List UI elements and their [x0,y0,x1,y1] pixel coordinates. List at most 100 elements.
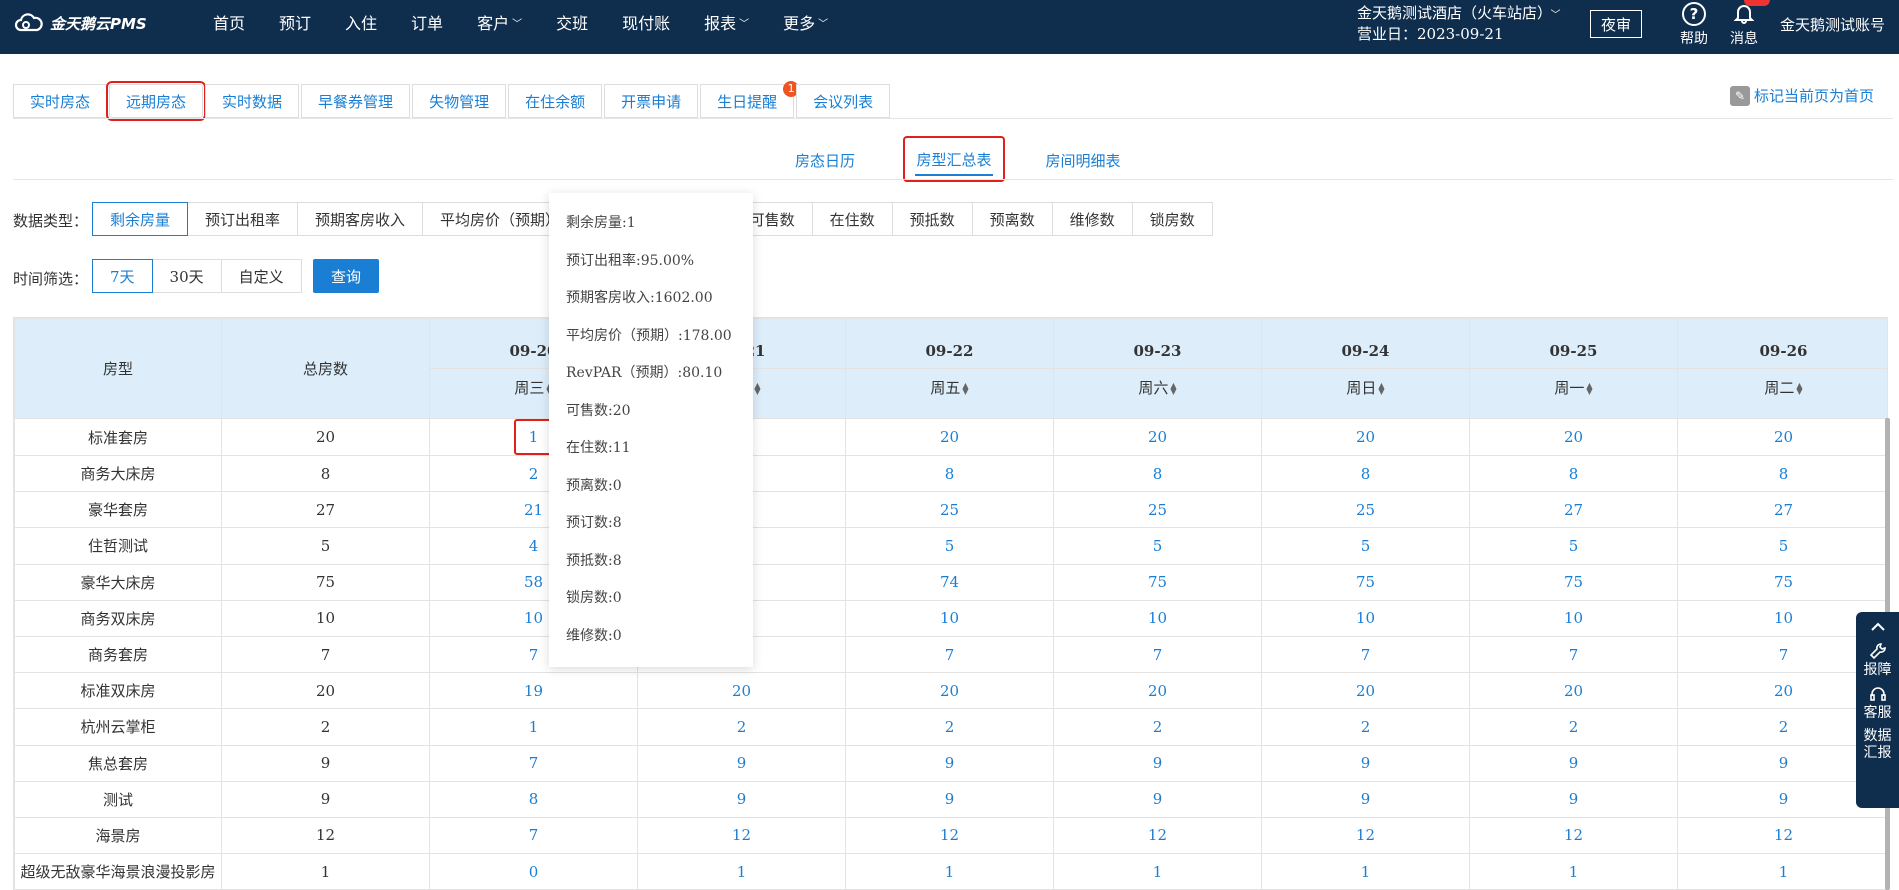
remaining-rooms-cell[interactable]: 12 [845,816,1054,855]
data-type-option-1[interactable]: 预订出租率 [187,202,299,236]
remaining-rooms-cell[interactable]: 8 [1469,454,1678,493]
nav-item-7[interactable]: 报表 ﹀ [687,10,766,34]
remaining-rooms-cell[interactable]: 1 [429,708,638,746]
remaining-rooms-cell[interactable]: 1 [845,853,1054,889]
mark-as-home-link[interactable]: ✎ 标记当前页为首页 [1730,85,1874,106]
remaining-rooms-cell[interactable]: 9 [637,780,846,818]
remaining-rooms-cell[interactable]: 25 [1261,491,1470,529]
remaining-rooms-cell[interactable]: 10 [1053,599,1262,637]
remaining-rooms-cell[interactable]: 9 [1469,780,1678,818]
remaining-rooms-cell[interactable]: 20 [1677,418,1887,456]
data-type-option-6[interactable]: 在住数 [811,202,893,236]
remaining-rooms-cell[interactable]: 9 [845,744,1054,782]
nav-item-1[interactable]: 预订 [262,10,328,34]
remaining-rooms-cell[interactable]: 20 [845,672,1054,710]
time-option-2[interactable]: 自定义 [220,259,302,293]
remaining-rooms-cell[interactable]: 1 [1677,853,1887,889]
tab-8[interactable]: 会议列表 [796,84,891,118]
remaining-rooms-cell[interactable]: 74 [845,563,1054,601]
query-button[interactable]: 查询 [313,259,379,293]
remaining-rooms-cell[interactable]: 27 [1677,491,1887,529]
remaining-rooms-cell[interactable]: 7 [1469,635,1678,674]
remaining-rooms-cell[interactable]: 7 [845,635,1054,674]
remaining-rooms-cell[interactable]: 8 [1053,454,1262,493]
remaining-rooms-cell[interactable]: 8 [1677,454,1887,493]
remaining-rooms-cell[interactable]: 1 [1469,853,1678,889]
remaining-rooms-cell[interactable]: 2 [1053,708,1262,746]
remaining-rooms-cell[interactable]: 7 [1053,635,1262,674]
col-weekday[interactable]: 周二 ▲ ▼ [1677,368,1887,419]
remaining-rooms-cell[interactable]: 10 [845,599,1054,637]
night-audit-button[interactable]: 夜审 [1590,10,1642,38]
remaining-rooms-cell[interactable]: 12 [1677,816,1887,855]
data-report-button[interactable]: 数据 汇报 [1856,728,1899,762]
col-weekday[interactable]: 周五 ▲ ▼ [845,368,1054,419]
data-type-option-9[interactable]: 维修数 [1051,202,1133,236]
remaining-rooms-cell[interactable]: 1 [1261,853,1470,889]
subtab-1[interactable]: 房型汇总表 [903,136,1005,182]
remaining-rooms-cell[interactable]: 2 [845,708,1054,746]
data-type-option-10[interactable]: 锁房数 [1131,202,1213,236]
remaining-rooms-cell[interactable]: 19 [429,672,638,710]
remaining-rooms-cell[interactable]: 25 [1053,491,1262,529]
help-button[interactable]: ? 帮助 [1676,2,1712,48]
remaining-rooms-cell[interactable]: 0 [429,853,638,889]
remaining-rooms-cell[interactable]: 20 [1261,418,1470,456]
remaining-rooms-cell[interactable]: 9 [845,780,1054,818]
tab-0[interactable]: 实时房态 [13,84,108,118]
app-logo[interactable]: 金天鹅云PMS [14,12,147,34]
remaining-rooms-cell[interactable]: 9 [1053,744,1262,782]
remaining-rooms-cell[interactable]: 5 [845,527,1054,565]
remaining-rooms-cell[interactable]: 8 [1261,454,1470,493]
remaining-rooms-cell[interactable]: 10 [1469,599,1678,637]
nav-item-8[interactable]: 更多 ﹀ [766,10,845,34]
nav-item-2[interactable]: 入住 [328,10,394,34]
remaining-rooms-cell[interactable]: 20 [1469,672,1678,710]
remaining-rooms-cell[interactable]: 20 [1469,418,1678,456]
tab-5[interactable]: 在住余额 [508,84,603,118]
data-type-option-2[interactable]: 预期客房收入 [297,202,424,236]
remaining-rooms-cell[interactable]: 9 [637,744,846,782]
tab-7[interactable]: 生日提醒 1 [700,81,800,118]
remaining-rooms-cell[interactable]: 1 [1053,853,1262,889]
remaining-rooms-cell[interactable]: 2 [1261,708,1470,746]
remaining-rooms-cell[interactable]: 1 [637,853,846,889]
remaining-rooms-cell[interactable]: 12 [1053,816,1262,855]
remaining-rooms-cell[interactable]: 20 [637,672,846,710]
remaining-rooms-cell[interactable]: 7 [1261,635,1470,674]
time-option-0[interactable]: 7天 [92,259,153,293]
time-option-1[interactable]: 30天 [151,259,222,293]
nav-item-4[interactable]: 客户 ﹀ [460,10,539,34]
subtab-2[interactable]: 房间明细表 [1023,140,1143,180]
messages-button[interactable]: 消息 [1726,2,1762,48]
col-weekday[interactable]: 周一 ▲ ▼ [1469,368,1678,419]
tab-2[interactable]: 实时数据 [205,84,300,118]
remaining-rooms-cell[interactable]: 7 [429,816,638,855]
tab-1[interactable]: 远期房态 [106,81,207,121]
remaining-rooms-cell[interactable]: 2 [1469,708,1678,746]
remaining-rooms-cell[interactable]: 20 [1053,418,1262,456]
hotel-selector[interactable]: 金天鹅测试酒店（火车站店） ﹀ 营业日：2023-09-21 [1357,4,1561,44]
remaining-rooms-cell[interactable]: 12 [637,816,846,855]
remaining-rooms-cell[interactable]: 9 [1469,744,1678,782]
remaining-rooms-cell[interactable]: 12 [1261,816,1470,855]
nav-item-0[interactable]: 首页 [196,10,262,34]
remaining-rooms-cell[interactable]: 20 [1261,672,1470,710]
remaining-rooms-cell[interactable]: 27 [1469,491,1678,529]
remaining-rooms-cell[interactable]: 8 [429,780,638,818]
report-issue-button[interactable]: 报障 [1856,642,1899,679]
data-type-option-0[interactable]: 剩余房量 [92,202,189,236]
remaining-rooms-cell[interactable]: 8 [845,454,1054,493]
remaining-rooms-cell[interactable]: 25 [845,491,1054,529]
remaining-rooms-cell[interactable]: 75 [1053,563,1262,601]
account-menu[interactable]: 金天鹅测试账号 [1780,14,1885,35]
remaining-rooms-cell[interactable]: 9 [1053,780,1262,818]
tab-6[interactable]: 开票申请 [604,84,699,118]
col-weekday[interactable]: 周六 ▲ ▼ [1053,368,1262,419]
remaining-rooms-cell[interactable]: 2 [637,708,846,746]
remaining-rooms-cell[interactable]: 5 [1261,527,1470,565]
nav-item-6[interactable]: 现付账 [605,10,687,34]
remaining-rooms-cell[interactable]: 5 [1469,527,1678,565]
nav-item-5[interactable]: 交班 [539,10,605,34]
tab-4[interactable]: 失物管理 [412,84,507,118]
